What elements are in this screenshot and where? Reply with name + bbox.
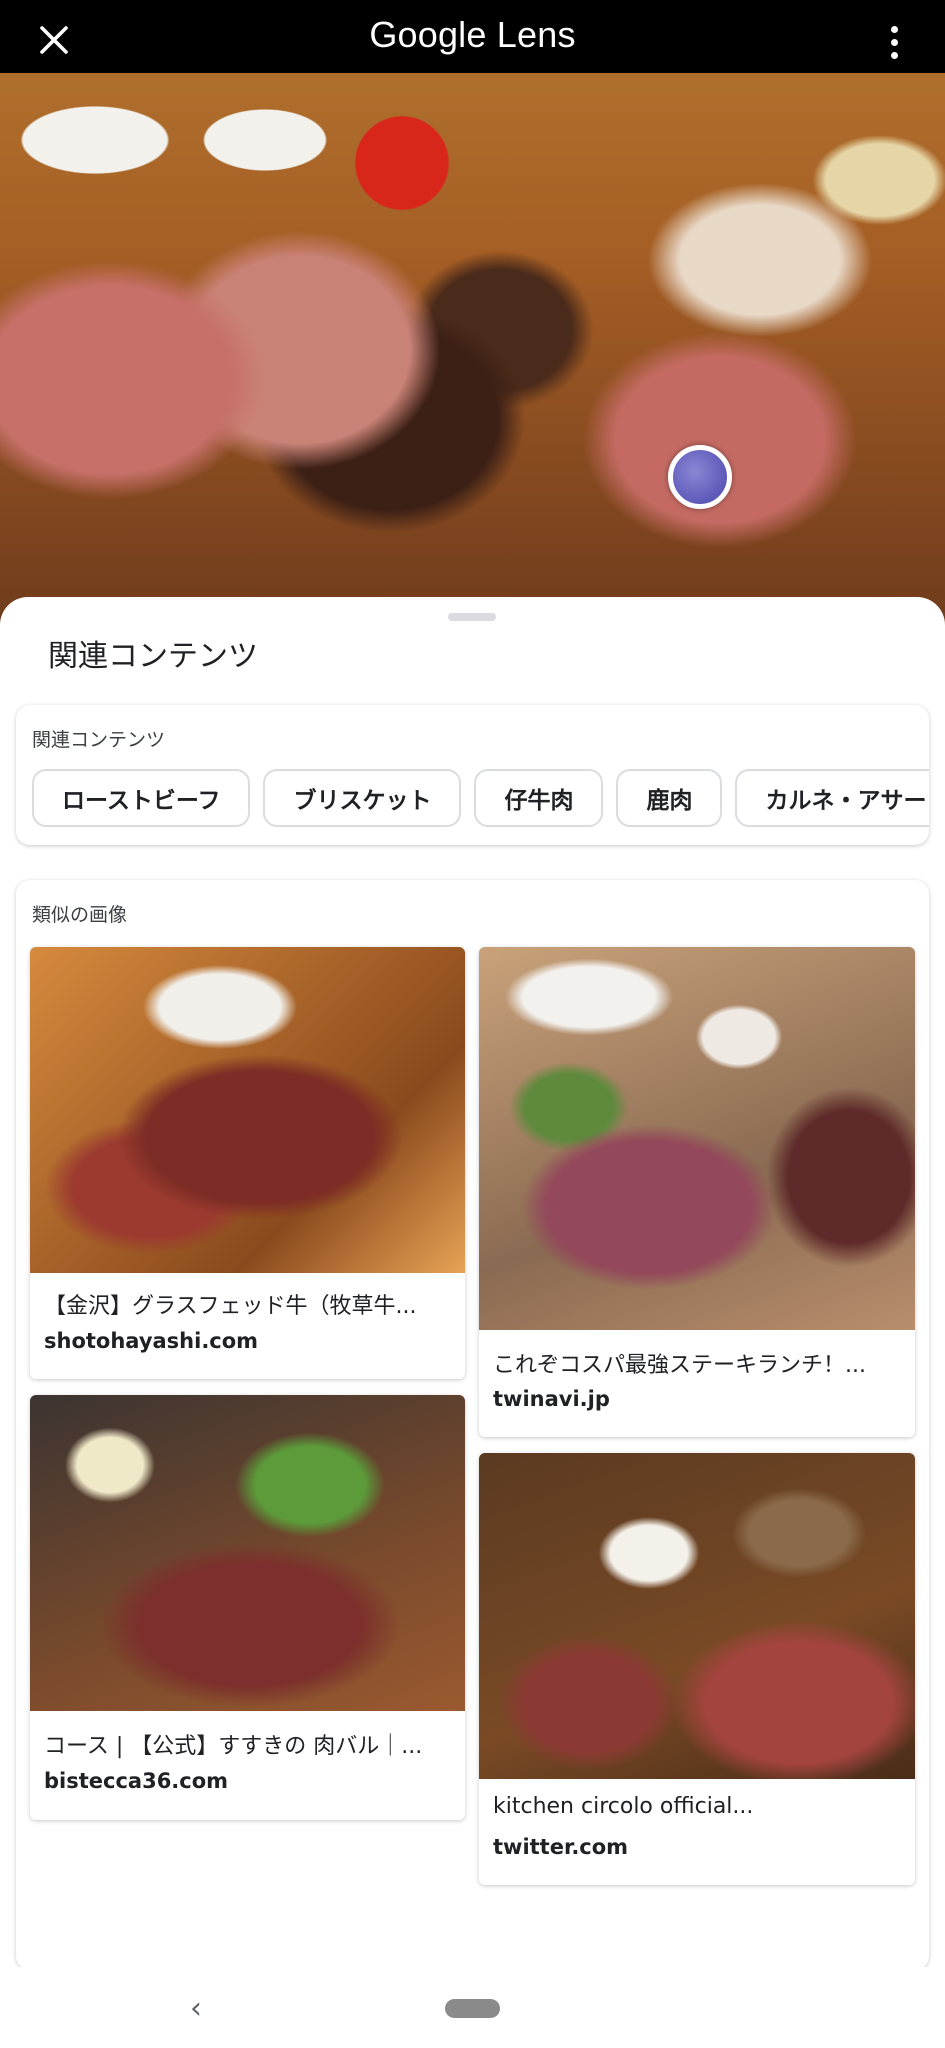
- result-card[interactable]: これぞコスパ最強ステーキランチ！... twinavi.jp: [479, 947, 915, 1437]
- back-icon[interactable]: ‹: [190, 1991, 202, 2026]
- result-thumbnail[interactable]: [30, 947, 465, 1273]
- chip-row[interactable]: ローストビーフ ブリスケット 仔牛肉 鹿肉 カルネ・アサー: [32, 769, 929, 831]
- result-card[interactable]: kitchen circolo official... twitter.com: [479, 1453, 915, 1885]
- result-title[interactable]: 【金沢】グラスフェッド牛（牧草牛...: [44, 1288, 451, 1320]
- similar-images-card: 類似の画像 【金沢】グラスフェッド牛（牧草牛... shotohayashi.c…: [16, 880, 929, 1970]
- result-title[interactable]: kitchen circolo official...: [493, 1794, 901, 1819]
- result-card[interactable]: コース | 【公式】すすきの 肉バル｜... bistecca36.com: [30, 1395, 465, 1820]
- home-pill[interactable]: [445, 1999, 500, 2018]
- result-site: shotohayashi.com: [44, 1329, 259, 1353]
- related-content-label: 関連コンテンツ: [32, 729, 166, 751]
- result-site: twinavi.jp: [493, 1387, 610, 1411]
- top-bar: Google Lens: [0, 0, 945, 73]
- sheet-title: 関連コンテンツ: [48, 639, 258, 674]
- captured-image[interactable]: [0, 0, 945, 640]
- more-options-button[interactable]: [879, 20, 909, 64]
- results-sheet[interactable]: 関連コンテンツ 関連コンテンツ ローストビーフ ブリスケット 仔牛肉 鹿肉 カルネ・アサ…: [0, 597, 945, 1970]
- chip-venison[interactable]: 鹿肉: [616, 769, 723, 827]
- system-nav-bar: ‹: [0, 1967, 945, 2048]
- chip-veal[interactable]: 仔牛肉: [474, 769, 604, 827]
- similar-images-label: 類似の画像: [32, 904, 128, 926]
- result-title[interactable]: コース | 【公式】すすきの 肉バル｜...: [44, 1728, 451, 1760]
- result-thumbnail[interactable]: [479, 1453, 915, 1779]
- result-site: twitter.com: [493, 1835, 629, 1859]
- chip-roast-beef[interactable]: ローストビーフ: [32, 769, 251, 827]
- chip-carne-asada[interactable]: カルネ・アサー: [735, 769, 929, 827]
- selection-dot[interactable]: [668, 445, 732, 509]
- chip-brisket[interactable]: ブリスケット: [263, 769, 462, 827]
- more-vert-icon: [890, 25, 898, 33]
- result-card[interactable]: 【金沢】グラスフェッド牛（牧草牛... shotohayashi.com: [30, 947, 465, 1379]
- result-site: bistecca36.com: [44, 1769, 229, 1793]
- result-thumbnail[interactable]: [479, 947, 915, 1330]
- result-title[interactable]: これぞコスパ最強ステーキランチ！...: [493, 1347, 901, 1379]
- result-thumbnail[interactable]: [30, 1395, 465, 1711]
- related-content-card: 関連コンテンツ ローストビーフ ブリスケット 仔牛肉 鹿肉 カルネ・アサー: [16, 705, 929, 845]
- drag-handle[interactable]: [448, 613, 496, 621]
- app-title: Google Lens: [369, 14, 576, 55]
